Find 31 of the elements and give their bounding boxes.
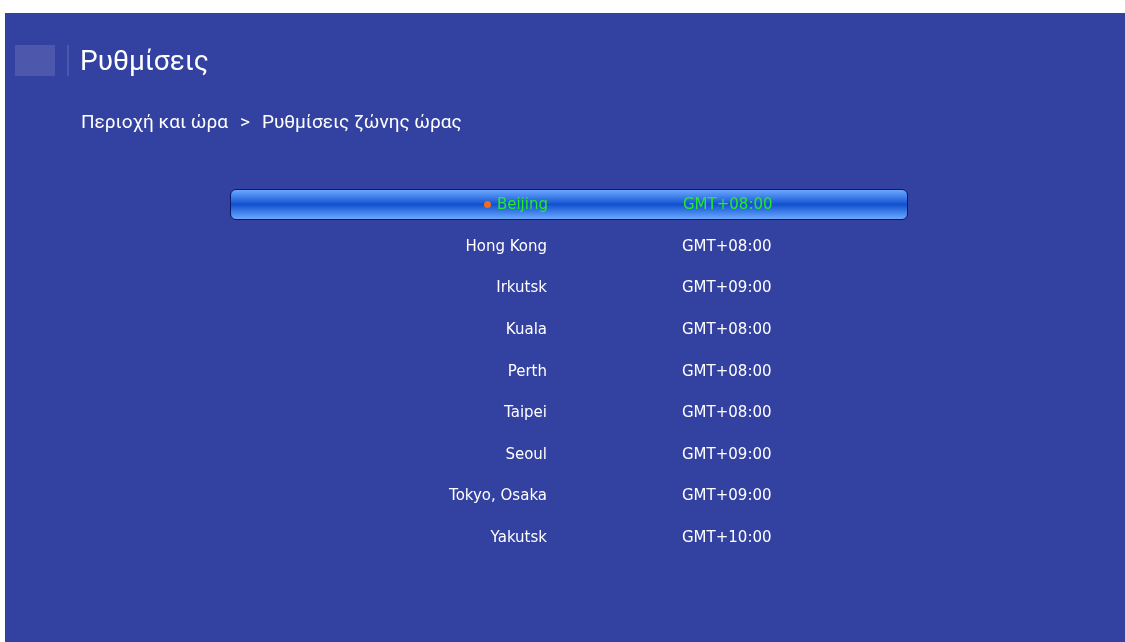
city-name: Hong Kong bbox=[465, 235, 547, 257]
city-name: Tokyo, Osaka bbox=[449, 485, 547, 507]
timezone-row[interactable]: Tokyo, Osaka GMT+09:00 bbox=[230, 480, 908, 512]
city-name: Beijing bbox=[496, 194, 548, 216]
city-name: Seoul bbox=[505, 443, 547, 465]
gmt-offset: GMT+08:00 bbox=[682, 402, 772, 424]
breadcrumb-separator: > bbox=[239, 112, 250, 131]
timezone-row[interactable]: Yakutsk GMT+10:00 bbox=[230, 521, 908, 553]
gmt-offset: GMT+10:00 bbox=[682, 527, 772, 548]
timezone-row[interactable]: Perth GMT+08:00 bbox=[230, 355, 908, 387]
timezone-row[interactable]: Seoul GMT+09:00 bbox=[230, 438, 908, 470]
timezone-row[interactable]: Taipei GMT+08:00 bbox=[230, 396, 908, 428]
gmt-offset: GMT+08:00 bbox=[682, 319, 772, 341]
gmt-offset: GMT+09:00 bbox=[682, 443, 772, 465]
gmt-offset: GMT+08:00 bbox=[682, 235, 772, 257]
city-name: Kuala bbox=[505, 319, 547, 341]
city-name: Taipei bbox=[504, 402, 547, 424]
gmt-offset: GMT+08:00 bbox=[683, 194, 773, 216]
timezone-row[interactable]: Irkutsk GMT+09:00 bbox=[230, 272, 908, 304]
gmt-offset: GMT+09:00 bbox=[682, 277, 772, 299]
gmt-offset: GMT+08:00 bbox=[682, 360, 772, 382]
gmt-offset: GMT+09:00 bbox=[682, 485, 772, 507]
breadcrumb-current: Ρυθμίσεις ζώνης ώρας bbox=[261, 112, 462, 131]
city-name: Perth bbox=[507, 360, 547, 382]
timezone-row[interactable]: Hong Kong GMT+08:00 bbox=[230, 230, 908, 262]
screen-title: Ρυθμίσεις bbox=[80, 46, 209, 75]
breadcrumb-parent[interactable]: Περιοχή και ώρα bbox=[81, 112, 228, 131]
app-icon bbox=[15, 45, 55, 76]
timezone-row[interactable]: Kuala GMT+08:00 bbox=[230, 313, 908, 345]
city-name: Irkutsk bbox=[496, 277, 547, 299]
city-name: Yakutsk bbox=[490, 527, 547, 548]
